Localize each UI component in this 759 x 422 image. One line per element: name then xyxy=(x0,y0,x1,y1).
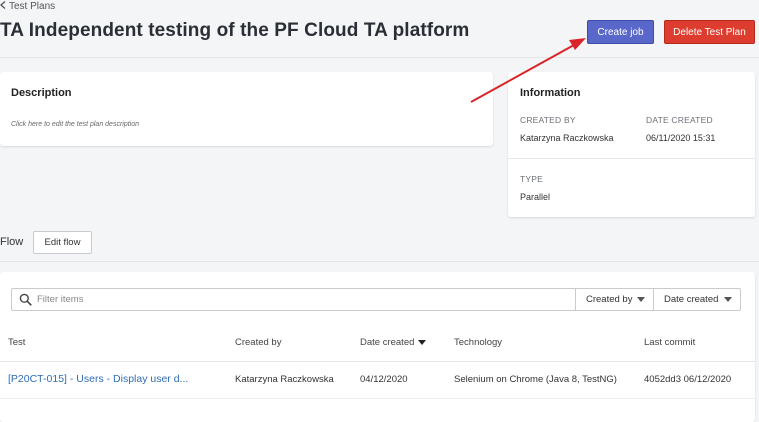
chevron-down-icon xyxy=(724,297,732,302)
flow-divider xyxy=(0,261,759,262)
delete-test-plan-button[interactable]: Delete Test Plan xyxy=(664,20,755,44)
row-divider xyxy=(0,398,755,399)
edit-flow-button[interactable]: Edit flow xyxy=(33,231,92,254)
type-label: TYPE xyxy=(520,174,544,184)
created-by-label: CREATED BY xyxy=(520,115,576,125)
row-date-created: 04/12/2020 xyxy=(360,374,408,385)
date-created-value: 06/11/2020 15:31 xyxy=(646,133,716,143)
tests-table-card: Created by Date created Test Created by … xyxy=(0,272,755,422)
search-icon xyxy=(19,293,32,306)
sort-desc-icon xyxy=(418,339,427,345)
chevron-down-icon xyxy=(637,297,645,302)
row-last-commit: 4052dd3 06/12/2020 xyxy=(644,374,732,385)
column-header-created-by[interactable]: Created by xyxy=(235,337,281,348)
column-header-last-commit[interactable]: Last commit xyxy=(644,337,695,348)
information-divider xyxy=(508,158,755,159)
breadcrumb[interactable]: Test Plans xyxy=(0,1,55,12)
description-card: Description Click here to edit the test … xyxy=(0,72,493,146)
created-by-value: Katarzyna Raczkowska xyxy=(520,133,614,143)
row-technology: Selenium on Chrome (Java 8, TestNG) xyxy=(454,374,617,385)
table-header-divider xyxy=(0,361,755,362)
created-by-dropdown[interactable]: Created by xyxy=(575,288,654,311)
header-divider xyxy=(0,57,759,58)
breadcrumb-label[interactable]: Test Plans xyxy=(9,1,55,12)
flow-label: Flow xyxy=(0,236,24,248)
filter-items-input[interactable] xyxy=(37,291,557,308)
information-title: Information xyxy=(520,87,581,99)
created-by-dropdown-label: Created by xyxy=(586,294,633,305)
chevron-left-icon xyxy=(0,1,6,12)
date-created-dropdown[interactable]: Date created xyxy=(653,288,741,311)
page-title: TA Independent testing of the PF Cloud T… xyxy=(0,20,470,41)
column-header-test[interactable]: Test xyxy=(8,337,25,348)
column-header-technology[interactable]: Technology xyxy=(454,337,502,348)
test-link[interactable]: [P20CT-015] - Users - Display user d... xyxy=(8,373,188,385)
information-card: Information CREATED BY Katarzyna Raczkow… xyxy=(508,72,755,217)
column-header-date-created-label: Date created xyxy=(360,337,415,348)
column-header-date-created[interactable]: Date created xyxy=(360,337,427,348)
type-value: Parallel xyxy=(520,192,551,202)
create-job-button[interactable]: Create job xyxy=(587,20,654,44)
filter-search-box[interactable] xyxy=(11,288,576,311)
date-created-dropdown-label: Date created xyxy=(664,294,719,305)
description-edit-hint[interactable]: Click here to edit the test plan descrip… xyxy=(11,121,139,128)
row-created-by: Katarzyna Raczkowska xyxy=(235,374,334,385)
description-title: Description xyxy=(11,87,72,99)
date-created-label: DATE CREATED xyxy=(646,115,713,125)
